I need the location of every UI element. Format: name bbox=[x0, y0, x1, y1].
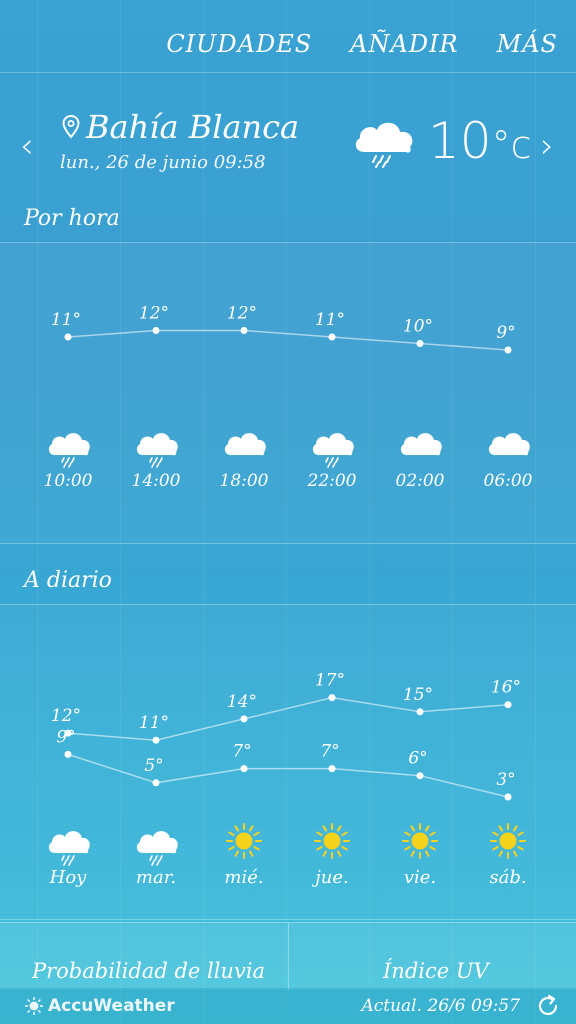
hourly-time-label: 10:00 bbox=[44, 471, 93, 491]
daily-low-point bbox=[152, 779, 160, 787]
rain-cloud-icon bbox=[136, 831, 178, 866]
current-temp-unit: °c bbox=[491, 123, 532, 167]
daily-day-label: jue. bbox=[311, 867, 349, 888]
rain-probability-tile[interactable]: Probabilidad de lluvia bbox=[32, 959, 265, 983]
daily-high-point bbox=[416, 708, 424, 716]
hourly-title: Por hora bbox=[24, 206, 120, 231]
hourly-chart: 11° 10:00 12° 14:00 12° 18:00 11° 22:00 10° 02:00… bbox=[44, 304, 533, 492]
cloud-rain-icon bbox=[350, 114, 420, 174]
sun-icon bbox=[314, 823, 350, 859]
uv-index-tile[interactable]: Índice UV bbox=[383, 959, 489, 983]
hourly-time-label: 18:00 bbox=[220, 471, 269, 491]
sun-logo-icon bbox=[25, 997, 43, 1015]
daily-low-point bbox=[504, 793, 512, 801]
daily-day-label: Hoy bbox=[49, 867, 88, 888]
header-divider bbox=[0, 72, 576, 73]
daily-day-label: mar. bbox=[136, 867, 176, 888]
daily-high-point bbox=[240, 715, 248, 723]
daily-high-label: 12° bbox=[51, 706, 81, 726]
footer: AccuWeather Actual. 26/6 09:57 bbox=[0, 988, 576, 1024]
cloud-icon bbox=[488, 433, 530, 456]
city-header: Bahía Blanca bbox=[62, 108, 299, 146]
hourly-temp-label: 11° bbox=[51, 310, 81, 330]
daily-high-label: 17° bbox=[315, 671, 345, 691]
city-name: Bahía Blanca bbox=[86, 108, 300, 146]
hourly-time-label: 14:00 bbox=[132, 471, 181, 491]
rain-cloud-icon bbox=[48, 433, 90, 468]
daily-low-line bbox=[67, 753, 509, 798]
daily-low-label: 6° bbox=[408, 749, 427, 769]
daily-low-label: 5° bbox=[144, 756, 163, 776]
daily-high-point bbox=[328, 694, 336, 702]
hourly-temp-point bbox=[328, 333, 336, 341]
cities-button[interactable]: CIUDADES bbox=[166, 30, 312, 58]
hourly-temp-point bbox=[64, 333, 72, 341]
sun-icon bbox=[490, 823, 526, 859]
daily-high-line bbox=[67, 696, 509, 741]
daily-low-point bbox=[240, 765, 248, 773]
daily-low-label: 7° bbox=[232, 742, 251, 762]
top-nav: CIUDADES AÑADIR MÁS bbox=[166, 30, 558, 58]
cloud-icon bbox=[400, 433, 442, 456]
more-button[interactable]: MÁS bbox=[497, 30, 558, 58]
daily-high-point bbox=[152, 736, 160, 744]
daily-chart: 12°9° Hoy 11° 5° mar. 14° 7° mié. 17° 7° jue. 15° 6°… bbox=[48, 671, 527, 888]
daily-title: A diario bbox=[24, 568, 112, 593]
accuweather-logo[interactable]: AccuWeather bbox=[24, 996, 175, 1016]
refresh-icon[interactable] bbox=[534, 992, 562, 1020]
rain-cloud-icon bbox=[48, 831, 90, 866]
daily-high-label: 11° bbox=[139, 713, 169, 733]
daily-low-label: 9° bbox=[56, 727, 75, 747]
hourly-temp-label: 12° bbox=[139, 304, 169, 324]
daily-high-label: 16° bbox=[491, 678, 521, 698]
hourly-time-label: 02:00 bbox=[396, 471, 445, 491]
prev-city-arrow[interactable]: ‹ bbox=[20, 126, 34, 166]
detail-tiles: Probabilidad de lluvia Índice UV bbox=[0, 922, 576, 990]
hourly-temp-label: 10° bbox=[403, 317, 433, 337]
sun-icon bbox=[402, 823, 438, 859]
daily-low-point bbox=[416, 772, 424, 780]
hourly-temp-point bbox=[504, 346, 512, 354]
hourly-temp-point bbox=[240, 327, 248, 334]
daily-panel: 12° 9° Hoy 11° 5° mar. 14° 7° mié. 17° 7° jue. 15° 6°… bbox=[0, 604, 576, 920]
hourly-temp-point bbox=[416, 340, 424, 347]
hourly-temp-label: 12° bbox=[227, 304, 257, 324]
daily-day-label: sáb. bbox=[489, 867, 526, 888]
hourly-time-label: 06:00 bbox=[484, 471, 533, 491]
cloud-icon bbox=[224, 433, 266, 456]
add-button[interactable]: AÑADIR bbox=[350, 30, 458, 58]
last-updated: Actual. 26/6 09:57 bbox=[361, 996, 520, 1016]
brand-name: AccuWeather bbox=[48, 996, 175, 1016]
daily-day-label: vie. bbox=[404, 867, 436, 888]
location-pin-icon bbox=[62, 115, 80, 139]
hourly-temp-line bbox=[67, 329, 509, 351]
hourly-time-label: 22:00 bbox=[307, 471, 357, 491]
daily-high-label: 15° bbox=[403, 685, 433, 705]
hourly-temp-point bbox=[152, 327, 160, 334]
hourly-temp-label: 11° bbox=[315, 310, 345, 330]
daily-low-point bbox=[64, 750, 72, 758]
hourly-temp-label: 9° bbox=[496, 323, 515, 343]
daily-day-label: mié. bbox=[224, 867, 263, 888]
daily-low-point bbox=[328, 765, 336, 773]
hourly-panel: 11° 10:00 12° 14:00 12° 18:00 11° 22:00 10° 02:00… bbox=[0, 242, 576, 544]
next-city-arrow[interactable]: › bbox=[540, 126, 554, 166]
current-temp-value: 10 bbox=[428, 112, 492, 170]
rain-cloud-icon bbox=[312, 433, 354, 468]
daily-low-label: 7° bbox=[320, 742, 339, 762]
daily-high-point bbox=[504, 701, 512, 709]
current-datetime: lun., 26 de junio 09:58 bbox=[60, 152, 266, 173]
daily-high-label: 14° bbox=[227, 692, 257, 712]
current-temperature: 10°c bbox=[428, 112, 532, 170]
tiles-separator bbox=[288, 923, 289, 990]
daily-low-label: 3° bbox=[496, 770, 515, 790]
rain-cloud-icon bbox=[136, 433, 178, 468]
sun-icon bbox=[226, 823, 262, 859]
